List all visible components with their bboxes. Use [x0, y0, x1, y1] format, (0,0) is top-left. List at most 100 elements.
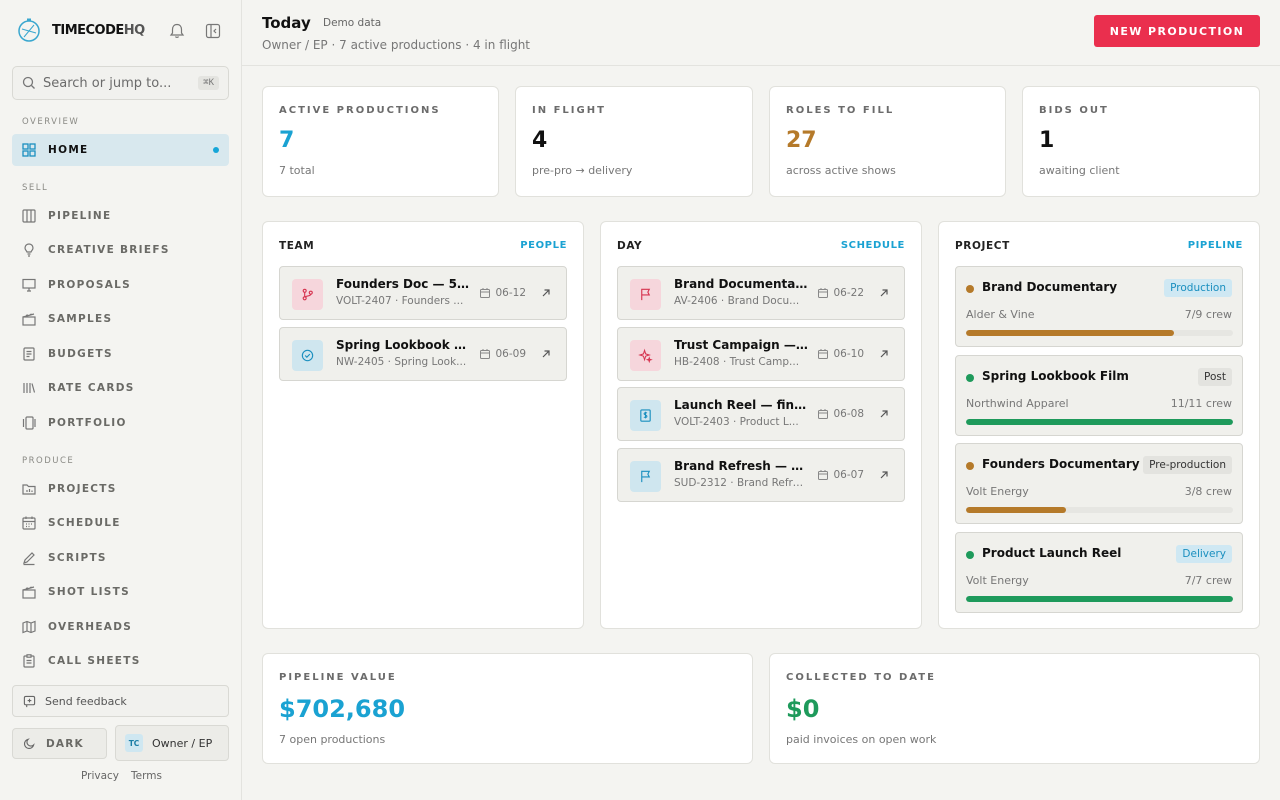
- project-client: Northwind Apparel: [966, 397, 1069, 410]
- stat-sub: pre-pro → delivery: [532, 164, 633, 177]
- sidebar-item-label: CREATIVE BRIEFS: [48, 244, 170, 256]
- crew-progress-fill: [966, 596, 1233, 602]
- search-shortcut: ⌘K: [198, 76, 219, 90]
- task-meta: VOLT-2407 · Founders ...: [336, 295, 464, 307]
- calendar-icon: [480, 288, 491, 298]
- stat-card-active-productions[interactable]: ACTIVE PRODUCTIONS 7 7 total: [262, 86, 499, 197]
- flag-icon: [641, 470, 651, 483]
- project-name: Product Launch Reel: [982, 546, 1122, 560]
- task-date-text: 06-07: [833, 469, 864, 481]
- sidebar-item-label: CALL SHEETS: [48, 655, 141, 667]
- sidebar-item-overheads[interactable]: OVERHEADS: [12, 611, 229, 643]
- sidebar-item-call-sheets[interactable]: CALL SHEETS: [12, 645, 229, 677]
- status-dot: [966, 374, 974, 382]
- page-subtitle: Owner / EP · 7 active productions · 4 in…: [262, 38, 531, 52]
- task-date: 06-09: [479, 348, 526, 360]
- project-name: Brand Documentary: [982, 280, 1118, 294]
- calendar-icon: [818, 288, 829, 298]
- stat-card-roles-to-fill[interactable]: ROLES TO FILL 27 across active shows: [769, 86, 1006, 197]
- user-menu-button[interactable]: TC Owner / EP: [115, 725, 229, 761]
- project-card[interactable]: Spring Lookbook Film Post Northwind Appa…: [955, 355, 1243, 436]
- gallery-icon: [22, 416, 36, 430]
- theme-toggle-button[interactable]: DARK: [12, 728, 107, 759]
- sidebar-item-home[interactable]: HOME: [12, 134, 229, 166]
- new-production-button[interactable]: NEW PRODUCTION: [1094, 15, 1260, 47]
- project-name: Spring Lookbook Film: [982, 369, 1129, 383]
- sidebar-item-samples[interactable]: SAMPLES: [12, 303, 229, 335]
- branch-icon: [302, 288, 313, 301]
- bell-icon[interactable]: [168, 22, 186, 40]
- library-icon: [23, 383, 36, 393]
- sidebar-item-rate-cards[interactable]: RATE CARDS: [12, 372, 229, 404]
- arrow-up-right-icon[interactable]: [878, 348, 890, 360]
- task-icon-wrap: [630, 279, 661, 310]
- sidebar-item-proposals[interactable]: PROPOSALS: [12, 269, 229, 301]
- project-crew: 7/7 crew: [1184, 574, 1232, 587]
- terms-link[interactable]: Terms: [131, 770, 162, 782]
- section-sell: SELL: [22, 183, 49, 193]
- collected-card[interactable]: COLLECTED TO DATE $0 paid invoices on op…: [769, 653, 1260, 764]
- pipeline-link[interactable]: PIPELINE: [1188, 240, 1243, 251]
- task-item[interactable]: Brand Refresh — rec... SUD-2312 · Brand …: [617, 448, 905, 502]
- task-item[interactable]: Founders Doc — 5 of ... VOLT-2407 · Foun…: [279, 266, 567, 320]
- sidebar-item-portfolio[interactable]: PORTFOLIO: [12, 407, 229, 439]
- arrow-up-right-icon[interactable]: [878, 469, 890, 481]
- status-dot: [966, 551, 974, 559]
- arrow-up-right-icon[interactable]: [878, 408, 890, 420]
- arrow-up-right-icon[interactable]: [540, 287, 552, 299]
- people-link[interactable]: PEOPLE: [520, 240, 567, 251]
- collapse-sidebar-icon[interactable]: [204, 22, 222, 40]
- search-icon: [22, 76, 35, 89]
- arrow-up-right-icon[interactable]: [540, 348, 552, 360]
- task-date-text: 06-22: [833, 287, 864, 299]
- project-client: Volt Energy: [966, 574, 1029, 587]
- sidebar-item-schedule[interactable]: SCHEDULE: [12, 507, 229, 539]
- sidebar-item-label: SCRIPTS: [48, 552, 107, 564]
- stat-card-in-flight[interactable]: IN FLIGHT 4 pre-pro → delivery: [515, 86, 753, 197]
- stat-card-bids-out[interactable]: BIDS OUT 1 awaiting client: [1022, 86, 1260, 197]
- crew-progress-fill: [966, 330, 1175, 336]
- sidebar-item-creative-briefs[interactable]: CREATIVE BRIEFS: [12, 234, 229, 266]
- page-header: Today Demo data Owner / EP · 7 active pr…: [242, 0, 1280, 66]
- stat-value: 7: [279, 128, 295, 153]
- clipboard-icon: [23, 654, 35, 668]
- crew-progress-fill: [966, 419, 1233, 425]
- clapperboard-icon: [22, 586, 36, 599]
- section-overview: OVERVIEW: [22, 117, 80, 127]
- task-icon-wrap: [630, 340, 661, 371]
- stat-label: ROLES TO FILL: [786, 105, 895, 116]
- columns-icon: [22, 209, 36, 223]
- task-item[interactable]: Launch Reel — final ... VOLT-2403 · Prod…: [617, 387, 905, 441]
- privacy-link[interactable]: Privacy: [81, 770, 119, 782]
- brand[interactable]: TIMECODEHQ: [16, 17, 145, 43]
- stat-label: ACTIVE PRODUCTIONS: [279, 105, 441, 116]
- sidebar-item-pipeline[interactable]: PIPELINE: [12, 200, 229, 232]
- search-input[interactable]: Search or jump to... ⌘K: [12, 66, 229, 100]
- stat-sub: across active shows: [786, 164, 896, 177]
- status-badge: Delivery: [1176, 545, 1232, 563]
- task-item[interactable]: Trust Campaign — b... HB-2408 · Trust Ca…: [617, 327, 905, 381]
- task-title: Brand Documentary...: [674, 277, 809, 291]
- pipeline-value: $702,680: [279, 695, 406, 723]
- sidebar-item-shot-lists[interactable]: SHOT LISTS: [12, 576, 229, 608]
- send-feedback-button[interactable]: Send feedback: [12, 685, 229, 717]
- sidebar-item-projects[interactable]: PROJECTS: [12, 473, 229, 505]
- sidebar-item-label: RATE CARDS: [48, 382, 135, 394]
- task-meta: AV-2406 · Brand Docu...: [674, 295, 800, 307]
- project-card[interactable]: Founders Documentary Pre-production Volt…: [955, 443, 1243, 524]
- demo-badge: Demo data: [323, 17, 382, 29]
- sidebar-item-budgets[interactable]: BUDGETS: [12, 338, 229, 370]
- task-item[interactable]: Brand Documentary... AV-2406 · Brand Doc…: [617, 266, 905, 320]
- task-item[interactable]: Spring Lookbook — r... NW-2405 · Spring …: [279, 327, 567, 381]
- presentation-icon: [22, 278, 36, 292]
- project-card[interactable]: Brand Documentary Production Alder & Vin…: [955, 266, 1243, 347]
- avatar: TC: [125, 734, 143, 752]
- stat-label: IN FLIGHT: [532, 105, 606, 116]
- arrow-up-right-icon[interactable]: [878, 287, 890, 299]
- schedule-link[interactable]: SCHEDULE: [841, 240, 905, 251]
- project-card[interactable]: Product Launch Reel Delivery Volt Energy…: [955, 532, 1243, 613]
- sidebar-item-scripts[interactable]: SCRIPTS: [12, 542, 229, 574]
- pipeline-value-card[interactable]: PIPELINE VALUE $702,680 7 open productio…: [262, 653, 753, 764]
- task-icon-wrap: [630, 461, 661, 492]
- flag-icon: [641, 288, 651, 301]
